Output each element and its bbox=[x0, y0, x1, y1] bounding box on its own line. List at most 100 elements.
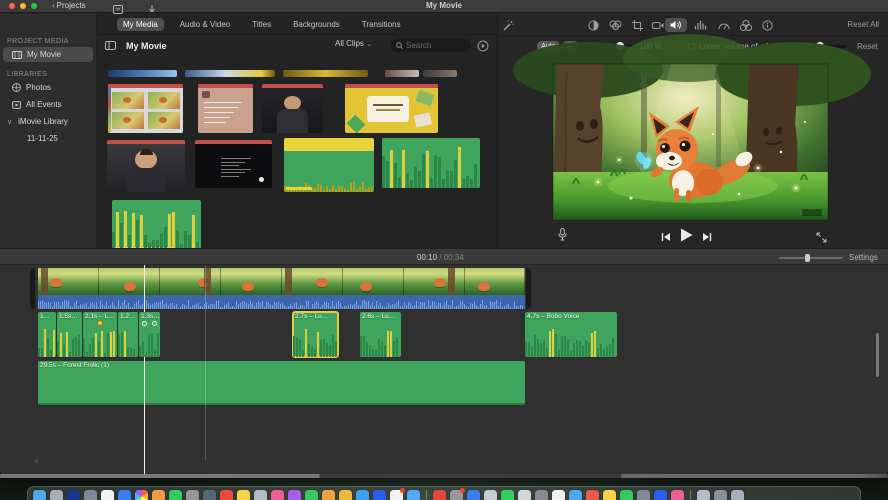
dock-app-icon[interactable] bbox=[407, 490, 420, 500]
fullscreen-icon[interactable] bbox=[816, 230, 827, 248]
thumbnail-app-screenshot[interactable] bbox=[108, 84, 183, 133]
media-strip-thumbnail[interactable] bbox=[185, 70, 275, 77]
dock-app-icon[interactable] bbox=[654, 490, 667, 500]
reset-all-button[interactable]: Reset All bbox=[847, 20, 879, 29]
dock-app-icon[interactable] bbox=[373, 490, 386, 500]
dock-app-icon[interactable] bbox=[67, 490, 80, 500]
noise-reduction-icon[interactable] bbox=[694, 18, 708, 32]
thumbnail-terminal[interactable] bbox=[195, 140, 272, 188]
dock-app-icon[interactable] bbox=[271, 490, 284, 500]
chevron-down-icon[interactable]: ∨ bbox=[7, 118, 12, 126]
play-icon[interactable] bbox=[680, 228, 693, 247]
timeline-zoom-slider[interactable] bbox=[779, 254, 843, 262]
audio-clip[interactable]: 1.3s… bbox=[139, 312, 160, 357]
dock-app-icon[interactable] bbox=[535, 490, 548, 500]
audio-clip[interactable]: 4.7s – Bobo Voice bbox=[525, 312, 617, 357]
media-strip-thumbnail[interactable] bbox=[283, 70, 368, 77]
sidebar-item-event-date[interactable]: 11-11-25 bbox=[3, 131, 93, 146]
video-clip-filmstrip[interactable] bbox=[38, 268, 525, 295]
color-filters-icon[interactable] bbox=[739, 18, 753, 32]
zoom-slider-knob[interactable] bbox=[805, 254, 810, 262]
volume-icon[interactable] bbox=[665, 18, 687, 32]
tab-transitions[interactable]: Transitions bbox=[356, 18, 407, 31]
video-clip-audio-waveform[interactable] bbox=[38, 295, 525, 309]
dock-app-icon[interactable] bbox=[322, 490, 335, 500]
thumbnail-green-waveform[interactable] bbox=[382, 138, 480, 188]
thumbnail-webcam-clip-2[interactable] bbox=[107, 140, 185, 192]
stabilization-icon[interactable] bbox=[651, 18, 665, 32]
dock-app-icon[interactable] bbox=[220, 490, 233, 500]
clip-trim-handle-right[interactable] bbox=[526, 268, 531, 309]
skip-back-icon[interactable] bbox=[661, 229, 671, 247]
color-correction-icon[interactable] bbox=[608, 18, 622, 32]
dock-app-icon[interactable] bbox=[552, 490, 565, 500]
sidebar-item-all-events[interactable]: All Events bbox=[3, 97, 93, 112]
dock-app-icon[interactable] bbox=[603, 490, 616, 500]
tab-titles[interactable]: Titles bbox=[246, 18, 277, 31]
sidebar-item-imovie-library[interactable]: ∨ iMovie Library bbox=[3, 114, 93, 129]
dock-app-icon[interactable] bbox=[203, 490, 216, 500]
dock-app-icon[interactable] bbox=[356, 490, 369, 500]
sidebar-toggle-icon[interactable] bbox=[105, 37, 116, 55]
mic-icon[interactable] bbox=[558, 228, 567, 246]
dock-app-icon[interactable] bbox=[569, 490, 582, 500]
media-strip-thumbnail[interactable] bbox=[108, 70, 177, 77]
crop-icon[interactable] bbox=[630, 18, 644, 32]
dock-app-icon[interactable] bbox=[714, 490, 727, 500]
media-strip-thumbnail[interactable] bbox=[385, 70, 419, 77]
media-strip-thumbnail[interactable] bbox=[423, 70, 457, 77]
dock-app-icon[interactable] bbox=[390, 488, 405, 500]
dock-app-icon[interactable] bbox=[697, 490, 710, 500]
sidebar-item-photos[interactable]: Photos bbox=[3, 80, 93, 95]
color-balance-icon[interactable] bbox=[586, 18, 600, 32]
skip-forward-icon[interactable] bbox=[702, 229, 712, 247]
timeline-scrollbar[interactable] bbox=[876, 333, 879, 377]
clip-filter-popup[interactable]: All Clips ⌄ bbox=[335, 39, 372, 48]
dock-app-icon[interactable] bbox=[50, 490, 63, 500]
audio-clip[interactable]: 1.5s… bbox=[57, 312, 82, 357]
viewer-preview[interactable] bbox=[513, 34, 871, 221]
dock-app-icon[interactable] bbox=[450, 488, 465, 500]
thumbnail-green-waveform-2[interactable] bbox=[112, 200, 201, 250]
dock-app-icon[interactable] bbox=[186, 490, 199, 500]
dock-app-icon[interactable] bbox=[101, 490, 114, 500]
tab-audio-video[interactable]: Audio & Video bbox=[174, 18, 237, 31]
audio-clip[interactable]: 1.2… bbox=[118, 312, 138, 357]
audio-clip-selected[interactable]: 2.7s – Lu… bbox=[292, 311, 339, 358]
dock-app-icon[interactable] bbox=[118, 490, 131, 500]
dock-app-icon[interactable] bbox=[484, 490, 497, 500]
clip-trim-handle-left[interactable] bbox=[30, 268, 35, 309]
sidebar-item-my-movie[interactable]: My Movie bbox=[3, 47, 93, 62]
dock-app-icon[interactable] bbox=[288, 490, 301, 500]
timeline-settings-button[interactable]: Settings bbox=[849, 253, 878, 262]
audio-clip[interactable]: 2.6s – Lu… bbox=[360, 312, 401, 357]
dock-app-icon[interactable] bbox=[169, 490, 182, 500]
dock-app-icon[interactable] bbox=[33, 490, 46, 500]
dock-app-icon[interactable] bbox=[152, 490, 165, 500]
thumbnail-webcam-clip[interactable] bbox=[262, 84, 323, 133]
enhance-wand-icon[interactable] bbox=[501, 18, 515, 32]
reset-button[interactable]: Reset bbox=[857, 42, 878, 51]
thumbnail-green-clip-yellow-wave[interactable] bbox=[284, 138, 374, 192]
search-box[interactable] bbox=[391, 39, 471, 52]
dock-app-icon[interactable] bbox=[305, 490, 318, 500]
dock-app-icon[interactable] bbox=[620, 490, 633, 500]
tab-backgrounds[interactable]: Backgrounds bbox=[287, 18, 346, 31]
range-dot-icon[interactable] bbox=[152, 321, 157, 326]
dock-app-icon[interactable] bbox=[518, 490, 531, 500]
dock-app-icon[interactable] bbox=[637, 490, 650, 500]
dock-app-icon[interactable] bbox=[501, 490, 514, 500]
dock-app-icon[interactable] bbox=[433, 490, 446, 500]
thumbnail-yellow-design[interactable] bbox=[345, 84, 438, 133]
autoplay-icon[interactable] bbox=[477, 39, 489, 57]
dock-app-icon[interactable] bbox=[586, 490, 599, 500]
dock-app-icon[interactable] bbox=[135, 490, 148, 500]
audio-clip[interactable]: 1… bbox=[38, 312, 56, 357]
info-icon[interactable] bbox=[760, 18, 774, 32]
audio-clip[interactable]: 2.1s – L… bbox=[83, 312, 117, 357]
dock-app-icon[interactable] bbox=[339, 490, 352, 500]
search-input[interactable] bbox=[406, 41, 466, 50]
dock-app-icon[interactable] bbox=[84, 490, 97, 500]
speed-icon[interactable] bbox=[717, 18, 731, 32]
dock-app-icon[interactable] bbox=[467, 490, 480, 500]
